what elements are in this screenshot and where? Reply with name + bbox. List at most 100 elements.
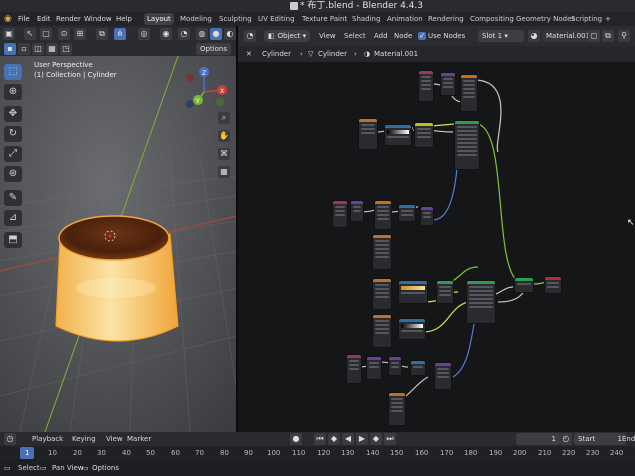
node-mix-color[interactable] <box>414 122 434 148</box>
object-dropdown[interactable]: ◧ Object ▾ <box>264 30 311 42</box>
node-math[interactable] <box>398 204 416 222</box>
node-noise-texture[interactable] <box>460 74 478 112</box>
tab-modeling[interactable]: Modeling <box>177 13 215 25</box>
select-invert-icon[interactable]: ▦ <box>46 43 58 55</box>
node-principled-bsdf-2[interactable] <box>466 280 496 324</box>
editor-type-icon[interactable]: ▣ <box>3 28 15 40</box>
menu-render[interactable]: Render <box>56 12 81 26</box>
node-menu-add[interactable]: Add <box>374 29 388 43</box>
tool-rotate-icon[interactable]: ↻ <box>4 126 22 142</box>
current-frame-field[interactable]: 1 <box>516 433 560 445</box>
transform-pivot-icon[interactable]: ⊙ <box>58 28 70 40</box>
tool-transform-icon[interactable]: ⊛ <box>4 166 22 182</box>
tab-texture-paint[interactable]: Texture Paint <box>299 13 350 25</box>
material-browse-icon[interactable]: ◕ <box>528 30 540 42</box>
node-color-ramp-3[interactable] <box>398 318 426 340</box>
play-icon[interactable]: ▶ <box>356 433 368 445</box>
record-icon[interactable]: ● <box>290 433 302 445</box>
tab-animation[interactable]: Animation <box>384 13 426 25</box>
clock-icon[interactable]: ◴ <box>560 433 572 445</box>
perspective-toggle-icon[interactable]: ▦ <box>218 166 230 178</box>
node-texture-coordinate-3[interactable] <box>346 354 362 384</box>
tab-sculpting[interactable]: Sculpting <box>216 13 255 25</box>
node-vector-math[interactable] <box>388 356 402 376</box>
proportional-edit-icon[interactable]: ◎ <box>138 28 150 40</box>
node-mapping-3[interactable] <box>366 356 382 380</box>
node-menu-node[interactable]: Node <box>394 29 412 43</box>
pan-hand-icon[interactable]: ✋ <box>218 130 230 142</box>
node-wave-texture[interactable] <box>372 314 392 348</box>
tool-annotate-icon[interactable]: ✎ <box>4 190 22 206</box>
timeline-menu-keying[interactable]: Keying <box>72 432 96 446</box>
duplicate-material-icon[interactable]: ⧉ <box>602 30 614 42</box>
node-color-ramp[interactable] <box>384 124 412 146</box>
camera-view-icon[interactable]: ⌘ <box>218 148 230 160</box>
zoom-icon[interactable]: ⌕ <box>218 112 230 124</box>
node-voronoi-texture[interactable] <box>374 200 392 230</box>
tool-measure-icon[interactable]: ⊿ <box>4 210 22 226</box>
start-frame-field[interactable]: Start 1 <box>574 433 626 445</box>
wireframe-shading-icon[interactable]: ◍ <box>196 28 208 40</box>
material-shading-icon[interactable]: ◐ <box>224 28 236 40</box>
breadcrumb-mesh[interactable]: Cylinder <box>318 47 347 61</box>
pin-icon[interactable]: ⚲ <box>618 30 630 42</box>
jump-end-icon[interactable]: ⏭ <box>384 433 396 445</box>
node-menu-select[interactable]: Select <box>344 29 366 43</box>
breadcrumb-object[interactable]: Cylinder <box>262 47 291 61</box>
select-box-mode-icon[interactable]: ▪ <box>4 43 16 55</box>
timeline-menu-view[interactable]: View <box>106 432 123 446</box>
node-mix-shader-2[interactable] <box>514 277 534 293</box>
node-editor-canvas[interactable]: ↖ <box>238 62 635 432</box>
use-nodes-checkbox[interactable]: ✓ <box>418 32 426 40</box>
menu-help[interactable]: Help <box>116 12 132 26</box>
node-bump-2[interactable] <box>434 362 452 390</box>
node-color-ramp-2[interactable] <box>398 280 428 304</box>
select-extend-icon[interactable]: ▫ <box>18 43 30 55</box>
select-mode-icon[interactable]: ▢ <box>40 28 52 40</box>
tool-select-icon[interactable]: ⬚ <box>4 64 22 80</box>
menu-file[interactable]: File <box>18 12 30 26</box>
node-material-output[interactable] <box>544 276 562 294</box>
prev-keyframe-icon[interactable]: ◆ <box>328 433 340 445</box>
node-math-2[interactable] <box>410 360 426 376</box>
material-name-field[interactable]: Material.001 <box>542 30 590 42</box>
slot-dropdown[interactable]: Slot 1 ▾ <box>478 30 524 42</box>
node-mapping[interactable] <box>440 72 456 96</box>
node-bump[interactable] <box>420 206 434 226</box>
tool-add-cube-icon[interactable]: ⬒ <box>4 232 22 248</box>
node-mapping-2[interactable] <box>350 200 364 222</box>
cursor-icon[interactable]: ↖ <box>24 28 36 40</box>
tab-rendering[interactable]: Rendering <box>425 13 467 25</box>
breadcrumb-material[interactable]: Material.001 <box>374 47 418 61</box>
node-noise-texture-2[interactable] <box>372 234 392 270</box>
node-editor-type-icon[interactable]: ◔ <box>244 30 256 42</box>
orientation-icon[interactable]: ⊞ <box>74 28 86 40</box>
tool-cursor-icon[interactable]: ⊕ <box>4 84 22 100</box>
fake-user-icon[interactable]: ◻ <box>588 30 600 42</box>
node-texture-coordinate-2[interactable] <box>332 200 348 228</box>
tab-shading[interactable]: Shading <box>349 13 383 25</box>
node-image-texture[interactable] <box>358 118 378 150</box>
node-gradient-texture[interactable] <box>372 278 392 310</box>
timeline-menu-playback[interactable]: Playback <box>32 432 63 446</box>
add-workspace-button[interactable]: + <box>602 13 614 25</box>
jump-start-icon[interactable]: ⏮ <box>314 433 326 445</box>
menu-window[interactable]: Window <box>84 12 112 26</box>
overlay-icon[interactable]: ◔ <box>178 28 190 40</box>
next-keyframe-icon[interactable]: ◆ <box>370 433 382 445</box>
timeline-menu-marker[interactable]: Marker <box>127 432 151 446</box>
end-frame-label[interactable]: End <box>622 432 635 446</box>
node-mix-shader[interactable] <box>436 280 454 304</box>
solid-shading-icon[interactable]: ● <box>210 28 222 40</box>
frame-ruler[interactable]: 1 10 20 30 40 50 60 70 80 90 100 110 120… <box>0 446 635 460</box>
tool-move-icon[interactable]: ✥ <box>4 106 22 122</box>
snap-toggle-icon[interactable]: ⋔ <box>114 28 126 40</box>
tab-uv-editing[interactable]: UV Editing <box>255 13 298 25</box>
blender-menu-icon[interactable]: ◉ <box>4 12 12 26</box>
tab-scripting[interactable]: Scripting <box>568 13 605 25</box>
node-noise-texture-3[interactable] <box>388 392 406 426</box>
node-principled-bsdf[interactable] <box>454 120 480 170</box>
tab-compositing[interactable]: Compositing <box>467 13 517 25</box>
node-menu-view[interactable]: View <box>319 29 336 43</box>
breadcrumb-close-icon[interactable]: ✕ <box>246 47 252 61</box>
